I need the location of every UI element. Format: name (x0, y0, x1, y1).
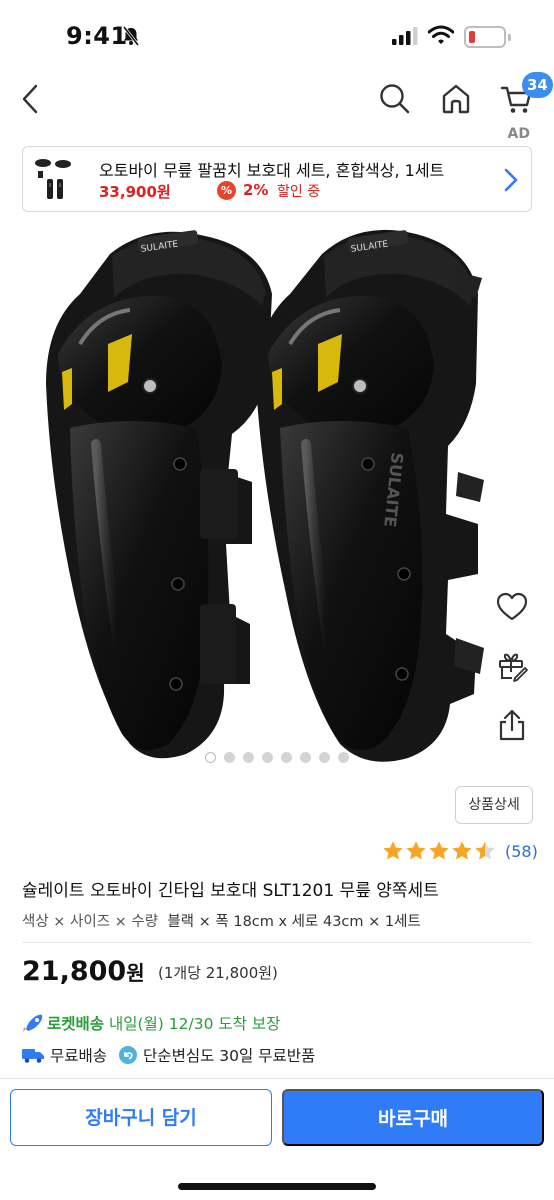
ad-label: AD (507, 126, 530, 142)
product-title: 슐레이트 오토바이 긴타입 보호대 SLT1201 무릎 양쪽세트 (22, 881, 439, 901)
image-carousel-dots (0, 752, 554, 763)
add-to-cart-button[interactable]: 장바구니 담기 (10, 1089, 272, 1146)
knee-guard-right: SULAITE SULAITE (256, 229, 484, 762)
free-shipping: 무료배송 (50, 1047, 108, 1065)
divider (22, 942, 532, 943)
rating[interactable]: (58) (382, 840, 538, 862)
product-image[interactable]: SULAITE SULAITE SULAITE (0, 214, 554, 774)
free-return: 단순변심도 30일 무료반품 (143, 1047, 316, 1065)
ad-product-thumbnail (35, 159, 71, 199)
star-icon (406, 841, 426, 860)
star-icon (452, 841, 472, 860)
cart-count-badge: 34 (522, 72, 553, 98)
carousel-dot[interactable] (338, 752, 349, 763)
carousel-dot[interactable] (281, 752, 292, 763)
home-icon[interactable] (440, 82, 472, 116)
heart-icon[interactable] (496, 592, 528, 622)
product-price: 21,800원 (22, 956, 145, 987)
top-nav: 34 (0, 70, 554, 130)
search-icon[interactable] (378, 82, 412, 116)
star-icon (383, 841, 403, 860)
rocket-icon (23, 1014, 43, 1032)
price-unit: 원 (126, 961, 145, 985)
battery-icon (464, 26, 511, 48)
home-indicator (178, 1183, 376, 1190)
ad-discount-suffix: 할인 중 (277, 184, 321, 200)
ad-price: 33,900원 (99, 183, 171, 201)
carousel-dot[interactable] (319, 752, 330, 763)
shipping-info: 무료배송 단순변심도 30일 무료반품 (22, 1044, 315, 1066)
carousel-dot[interactable] (300, 752, 311, 763)
carousel-dot[interactable] (205, 752, 216, 763)
rocket-detail: 내일(월) 12/30 도착 보장 (108, 1015, 281, 1033)
option-labels: 색상 × 사이즈 × 수량 (22, 914, 159, 930)
star-icon (429, 841, 449, 860)
knee-guard-left: SULAITE (46, 230, 272, 759)
carousel-dot[interactable] (243, 752, 254, 763)
rocket-delivery: 로켓배송 내일(월) 12/30 도착 보장 (22, 1012, 280, 1034)
gift-icon[interactable] (496, 650, 528, 682)
bell-muted-icon (122, 26, 140, 46)
ad-discount: 2% (243, 181, 269, 199)
return-icon (119, 1046, 138, 1064)
ad-banner[interactable]: 오토바이 무릎 팔꿈치 보호대 세트, 혼합색상, 1세트 33,900원 % … (22, 146, 532, 212)
carousel-dot[interactable] (262, 752, 273, 763)
ad-title: 오토바이 무릎 팔꿈치 보호대 세트, 혼합색상, 1세트 (99, 161, 445, 180)
option-values: 블랙 × 폭 18cm x 세로 43cm × 1세트 (167, 914, 421, 930)
price-number: 21,800 (22, 956, 127, 987)
bottom-bar-divider (0, 1078, 554, 1079)
truck-icon (22, 1049, 44, 1063)
unit-price: (1개당 21,800원) (158, 964, 278, 982)
review-count[interactable]: (58) (505, 842, 538, 861)
product-options[interactable]: 색상 × 사이즈 × 수량 블랙 × 폭 18cm x 세로 43cm × 1세… (22, 910, 421, 931)
buy-now-button[interactable]: 바로구매 (282, 1089, 544, 1146)
star-icon (475, 841, 495, 860)
rating-stars (382, 840, 497, 862)
percent-icon: % (217, 181, 236, 200)
signal-icon (392, 27, 418, 45)
carousel-dot[interactable] (224, 752, 235, 763)
status-bar: 9:41 (0, 0, 554, 70)
chevron-right-icon[interactable] (503, 167, 519, 193)
product-detail-button[interactable]: 상품상세 (455, 786, 533, 824)
rocket-label: 로켓배송 (47, 1015, 105, 1033)
status-time: 9:41 (66, 22, 128, 50)
back-icon[interactable] (18, 82, 44, 116)
share-icon[interactable] (496, 708, 528, 742)
wifi-icon (428, 25, 454, 44)
